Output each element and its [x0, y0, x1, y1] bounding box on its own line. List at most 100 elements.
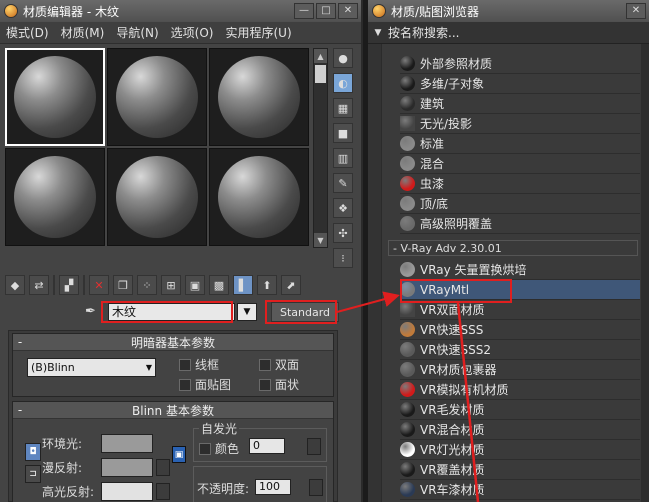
lock-icon[interactable]: ▣ [172, 446, 186, 463]
options-icon[interactable]: ❖ [333, 198, 353, 218]
slots-scrollbar[interactable]: ▲ ▼ [313, 48, 328, 248]
specular-map-button[interactable] [156, 483, 170, 500]
two-sided-checkbox[interactable]: 双面 [259, 356, 299, 373]
scroll-thumb[interactable] [315, 65, 326, 83]
make-preview-icon[interactable]: ✎ [333, 173, 353, 193]
assign-to-selection-icon[interactable]: ▞ [59, 275, 79, 295]
list-item[interactable]: VR毛发材质 [400, 400, 640, 420]
rollout-header[interactable]: - 明暗器基本参数 [13, 334, 333, 351]
sample-slot[interactable] [209, 148, 309, 246]
wire-checkbox[interactable]: 线框 [179, 356, 219, 373]
get-material-icon[interactable]: ◆ [5, 275, 25, 295]
minimize-button[interactable]: — [294, 3, 314, 19]
lock-diffuse-specular-icon[interactable]: ⊐ [25, 465, 41, 483]
list-item[interactable]: 高级照明覆盖 [400, 214, 640, 234]
self-illum-spinner[interactable]: 0 [249, 438, 285, 454]
material-navigator-icon[interactable]: ⁝ [333, 248, 353, 268]
sample-sphere [116, 156, 198, 238]
backlight-icon[interactable]: ◐ [333, 73, 353, 93]
go-forward-icon[interactable]: ⬈ [281, 275, 301, 295]
opacity-spinner[interactable]: 100 [255, 479, 291, 495]
put-to-scene-icon[interactable]: ⇄ [29, 275, 49, 295]
list-item[interactable]: VR灯光材质 [400, 440, 640, 460]
material-ball-icon [400, 156, 415, 171]
close-button[interactable]: ✕ [338, 3, 358, 19]
list-item[interactable]: 标准 [400, 134, 640, 154]
list-item-label: 高级照明覆盖 [420, 217, 493, 231]
face-map-checkbox[interactable]: 面贴图 [179, 376, 231, 393]
list-item[interactable]: VR混合材质 [400, 420, 640, 440]
show-end-result-icon[interactable]: ▌ [233, 275, 253, 295]
checkbox-box [179, 378, 191, 391]
diffuse-color-swatch[interactable] [101, 458, 153, 477]
maximize-button[interactable]: □ [316, 3, 336, 19]
material-id-icon[interactable]: ▣ [185, 275, 205, 295]
copy-material-icon[interactable]: ❐ [113, 275, 133, 295]
highlight-material-name [101, 301, 233, 323]
title-bar[interactable]: 材质编辑器 - 木纹 — □ ✕ [0, 0, 361, 22]
list-item[interactable]: 多维/子对象 [400, 74, 640, 94]
scroll-up-icon[interactable]: ▲ [314, 49, 327, 63]
sample-slot[interactable] [5, 48, 105, 146]
diffuse-map-button[interactable] [156, 459, 170, 476]
list-item[interactable]: 无光/投影 [400, 114, 640, 134]
self-illum-color-checkbox[interactable]: 颜色 [199, 440, 239, 457]
lock-ambient-diffuse-icon[interactable]: ◘ [25, 443, 41, 461]
app-icon [4, 4, 18, 18]
list-item[interactable]: VR快速SSS [400, 320, 640, 340]
list-item[interactable]: VR覆盖材质 [400, 460, 640, 480]
material-name-dropdown-icon[interactable]: ▼ [237, 303, 257, 321]
search-input[interactable]: 按名称搜索... [388, 24, 459, 41]
menu-utilities[interactable]: 实用程序(U) [219, 24, 297, 41]
list-item-label: 虫漆 [420, 177, 445, 191]
uv-tiling-icon[interactable]: ■ [333, 123, 353, 143]
list-item[interactable]: VR材质包裹器 [400, 360, 640, 380]
go-to-parent-icon[interactable]: ⬆ [257, 275, 277, 295]
sample-slot[interactable] [107, 48, 207, 146]
faceted-checkbox[interactable]: 面状 [259, 376, 299, 393]
material-ball-icon [400, 56, 415, 71]
sample-slot[interactable] [209, 48, 309, 146]
vray-group-header[interactable]: - V-Ray Adv 2.30.01 [388, 240, 638, 256]
list-item-label: 标准 [420, 137, 445, 151]
list-item-label: VRay 矢量置换烘培 [420, 263, 527, 277]
chevron-down-icon[interactable]: ▼ [368, 28, 388, 38]
title-bar[interactable]: 材质/贴图浏览器 ✕ [368, 0, 649, 22]
reset-map-icon[interactable]: ✕ [89, 275, 109, 295]
ambient-color-swatch[interactable] [101, 434, 153, 453]
sample-type-icon[interactable]: ● [333, 48, 353, 68]
menu-mode[interactable]: 模式(D) [0, 24, 55, 41]
sample-slot[interactable] [107, 148, 207, 246]
list-item[interactable]: VR车漆材质 [400, 480, 640, 500]
background-checker-icon[interactable]: ▦ [333, 98, 353, 118]
list-item[interactable]: 建筑 [400, 94, 640, 114]
list-item[interactable]: VR快速SSS2 [400, 340, 640, 360]
put-to-library-icon[interactable]: ⊞ [161, 275, 181, 295]
rollout-header[interactable]: - Blinn 基本参数 [13, 402, 333, 419]
list-item[interactable]: VRay 矢量置换烘培 [400, 260, 640, 280]
list-item[interactable]: 虫漆 [400, 174, 640, 194]
show-map-icon[interactable]: ▩ [209, 275, 229, 295]
video-color-check-icon[interactable]: ▥ [333, 148, 353, 168]
menu-material[interactable]: 材质(M) [55, 24, 111, 41]
material-ball-icon [400, 422, 415, 437]
material-ball-icon [400, 442, 415, 457]
list-item[interactable]: 顶/底 [400, 194, 640, 214]
self-illum-map-button[interactable] [307, 438, 321, 455]
specular-color-swatch[interactable] [101, 482, 153, 501]
shader-type-dropdown[interactable]: (B)Blinn ▼ [27, 358, 156, 377]
menu-navigation[interactable]: 导航(N) [110, 24, 164, 41]
sample-slot[interactable] [5, 148, 105, 246]
opacity-map-button[interactable] [309, 479, 323, 496]
eyedropper-icon[interactable]: ✒ [85, 304, 101, 320]
browser-scrollbar[interactable] [641, 44, 649, 502]
select-by-material-icon[interactable]: ✣ [333, 223, 353, 243]
list-item[interactable]: 混合 [400, 154, 640, 174]
menu-options[interactable]: 选项(O) [165, 24, 220, 41]
list-item[interactable]: VR模拟有机材质 [400, 380, 640, 400]
list-item[interactable]: VR双面材质 [400, 300, 640, 320]
list-item[interactable]: 外部参照材质 [400, 54, 640, 74]
scroll-down-icon[interactable]: ▼ [314, 233, 327, 247]
make-unique-icon[interactable]: ⁘ [137, 275, 157, 295]
close-button[interactable]: ✕ [626, 3, 646, 19]
